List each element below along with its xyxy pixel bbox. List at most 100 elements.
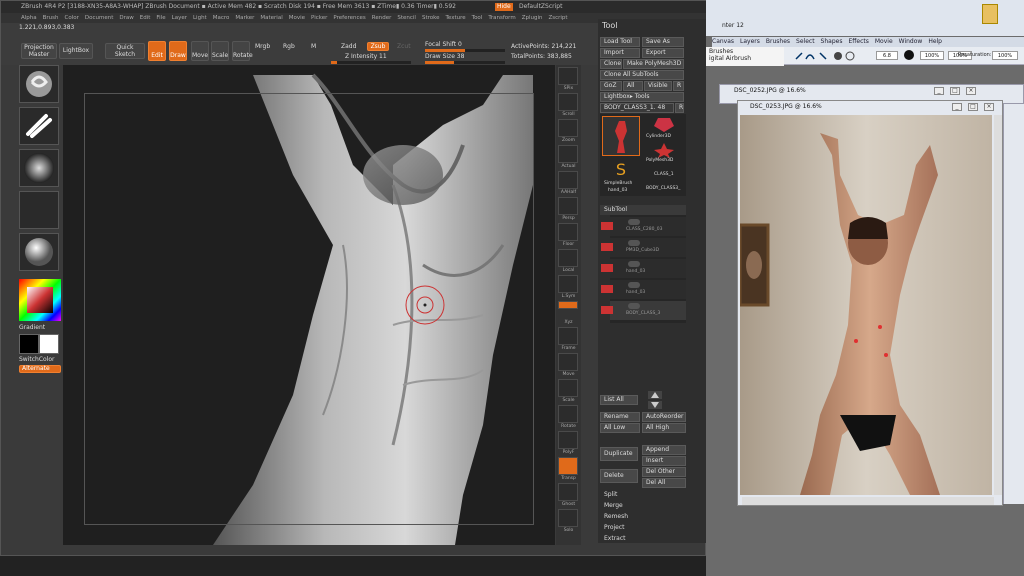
- goz-visible-button[interactable]: Visible: [644, 81, 672, 91]
- doc2-vertical-scrollbar[interactable]: [994, 115, 1002, 495]
- stroke-thumb[interactable]: [19, 107, 59, 145]
- zbrush-menu-tool[interactable]: Tool: [472, 15, 483, 21]
- zbrush-menu-document[interactable]: Document: [85, 15, 114, 21]
- duplicate-button[interactable]: Duplicate: [600, 447, 638, 461]
- zbrush-menu-render[interactable]: Render: [372, 15, 392, 21]
- paint-menu-select[interactable]: Select: [796, 38, 815, 45]
- del-other-button[interactable]: Del Other: [642, 467, 686, 477]
- zbrush-menu-file[interactable]: File: [156, 15, 165, 21]
- all-high-button[interactable]: All High: [642, 423, 686, 433]
- zbrush-menu-brush[interactable]: Brush: [43, 15, 59, 21]
- auto-reorder-button[interactable]: AutoReorder: [642, 412, 686, 422]
- doc2-minimize-button[interactable]: _: [952, 103, 962, 111]
- subtool-row[interactable]: BODY_CLASS_3: [601, 301, 686, 320]
- doc1-maximize-button[interactable]: □: [950, 87, 960, 95]
- shelf-ghost-button[interactable]: [558, 483, 578, 501]
- paint-menu-movie[interactable]: Movie: [875, 38, 893, 45]
- shelf-persp-button[interactable]: [558, 197, 578, 215]
- focal-shift-slider[interactable]: [425, 49, 505, 52]
- zbrush-menu-edit[interactable]: Edit: [140, 15, 151, 21]
- shelf-local-button[interactable]: [558, 249, 578, 267]
- merge-menu[interactable]: Merge: [604, 502, 623, 509]
- default-zscript-button[interactable]: DefaultZScript: [519, 1, 562, 13]
- rename-button[interactable]: Rename: [600, 412, 640, 422]
- subtool-row[interactable]: CLASS_C280_03: [601, 217, 686, 236]
- zbrush-menu-picker[interactable]: Picker: [311, 15, 327, 21]
- tool-thumb-cylinder3d[interactable]: Cylinder3D: [646, 116, 682, 142]
- scale-button[interactable]: Scale: [211, 41, 229, 61]
- load-tool-button[interactable]: Load Tool: [600, 37, 640, 47]
- tool-thumb-simplebrush[interactable]: S SimpleBrush: [602, 160, 640, 190]
- doc1-minimize-button[interactable]: _: [934, 87, 944, 95]
- subtool-visibility-toggle[interactable]: [628, 282, 640, 288]
- m-button[interactable]: M: [311, 43, 316, 50]
- arrow-up-icon[interactable]: [648, 391, 662, 399]
- shelf-solo-button[interactable]: [558, 509, 578, 527]
- zbrush-menu-alpha[interactable]: Alpha: [21, 15, 37, 21]
- zcut-button[interactable]: Zcut: [397, 43, 411, 50]
- shelf-lsym-button[interactable]: [558, 275, 578, 293]
- mrgb-button[interactable]: Mrgb: [255, 43, 270, 50]
- zbrush-menu-draw[interactable]: Draw: [119, 15, 133, 21]
- tool-thumb-polymesh3d[interactable]: PolyMesh3D: [646, 142, 682, 166]
- projection-master-button[interactable]: Projection Master: [21, 43, 57, 59]
- current-tool-thumb[interactable]: [602, 116, 640, 156]
- insert-button[interactable]: Insert: [642, 456, 686, 466]
- shelf-move-button[interactable]: [558, 353, 578, 371]
- paint-menu-window[interactable]: Window: [899, 38, 923, 45]
- shelf-transp-button[interactable]: [558, 457, 578, 475]
- subtool-row[interactable]: hand_03: [601, 259, 686, 278]
- subtool-visibility-toggle[interactable]: [628, 240, 640, 246]
- paint-menu-brushes[interactable]: Brushes: [766, 38, 790, 45]
- shelf-zoom-button[interactable]: [558, 119, 578, 137]
- arrow-down-icon[interactable]: [648, 401, 662, 409]
- export-button[interactable]: Export: [642, 48, 684, 58]
- zbrush-menu-layer[interactable]: Layer: [172, 15, 187, 21]
- shelf-scroll-button[interactable]: [558, 93, 578, 111]
- z-intensity-slider[interactable]: [331, 61, 411, 64]
- all-low-button[interactable]: All Low: [600, 423, 640, 433]
- main-color-swatch[interactable]: [19, 334, 39, 354]
- opacity-field[interactable]: 100%: [920, 51, 944, 60]
- texture-thumb[interactable]: [19, 191, 59, 229]
- project-menu[interactable]: Project: [604, 524, 625, 531]
- alternate-button[interactable]: Alternate: [19, 365, 61, 373]
- zbrush-menu-zplugin[interactable]: Zplugin: [522, 15, 543, 21]
- shelf-xyz-button[interactable]: [558, 301, 578, 309]
- resaturation-field[interactable]: 100%: [992, 51, 1018, 60]
- move-button[interactable]: Move: [191, 41, 209, 61]
- import-button[interactable]: Import: [600, 48, 640, 58]
- make-polymesh3d-button[interactable]: Make PolyMesh3D: [623, 59, 684, 69]
- zbrush-menu-color[interactable]: Color: [65, 15, 79, 21]
- paint-menu-shapes[interactable]: Shapes: [821, 38, 843, 45]
- subtool-row[interactable]: hand_03: [601, 280, 686, 299]
- zbrush-menu-stencil[interactable]: Stencil: [397, 15, 416, 21]
- goz-button[interactable]: GoZ: [600, 81, 622, 91]
- draw-button[interactable]: Draw: [169, 41, 187, 61]
- del-all-button[interactable]: Del All: [642, 478, 686, 488]
- hide-button[interactable]: Hide: [495, 3, 513, 11]
- zbrush-menu-transform[interactable]: Transform: [488, 15, 515, 21]
- append-button[interactable]: Append: [642, 445, 686, 455]
- tool-thumb-class1[interactable]: CLASS_1: [646, 168, 682, 182]
- paint-menu-help[interactable]: Help: [928, 38, 942, 45]
- zbrush-menu-light[interactable]: Light: [193, 15, 207, 21]
- zbrush-menu-preferences[interactable]: Preferences: [333, 15, 365, 21]
- remesh-menu[interactable]: Remesh: [604, 513, 628, 520]
- goz-r-button[interactable]: R: [673, 81, 684, 91]
- shelf-frame-button[interactable]: [558, 327, 578, 345]
- color-picker[interactable]: [19, 279, 61, 321]
- active-brush-name[interactable]: igital Airbrush: [709, 55, 781, 62]
- tool-thumb-body-class3[interactable]: BODY_CLASS3_: [646, 182, 684, 194]
- subtool-visibility-toggle[interactable]: [628, 219, 640, 225]
- zbrush-menu-zscript[interactable]: Zscript: [548, 15, 567, 21]
- current-tool-slider[interactable]: BODY_CLASS3_1. 48: [600, 103, 674, 113]
- save-as-button[interactable]: Save As: [642, 37, 684, 47]
- secondary-color-swatch[interactable]: [39, 334, 59, 354]
- subtool-visibility-toggle[interactable]: [628, 303, 640, 309]
- subtool-visibility-toggle[interactable]: [628, 261, 640, 267]
- brush-presets[interactable]: [792, 49, 858, 63]
- lightbox-tools-button[interactable]: Lightbox▸ Tools: [600, 92, 684, 102]
- zbrush-menu-texture[interactable]: Texture: [446, 15, 466, 21]
- zbrush-menu-movie[interactable]: Movie: [289, 15, 305, 21]
